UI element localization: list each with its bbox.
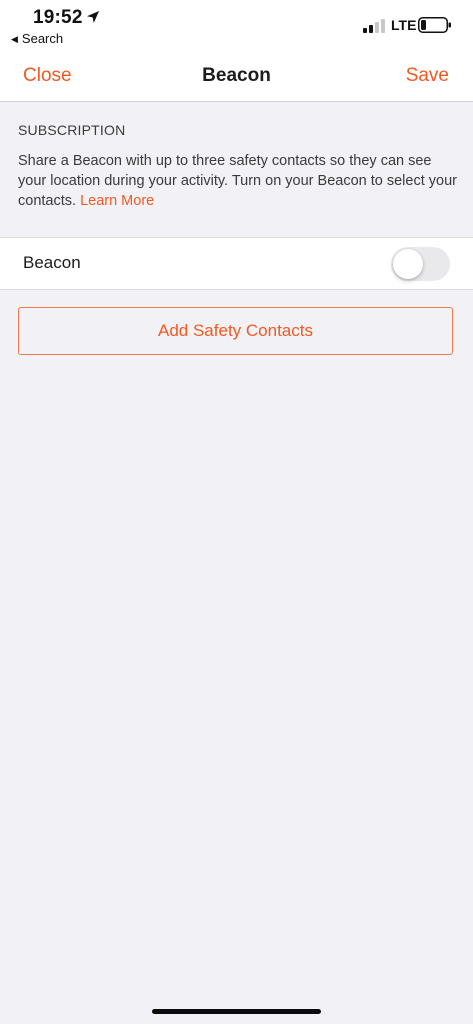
network-type: LTE [391, 17, 417, 33]
subscription-description: Share a Beacon with up to three safety c… [18, 151, 458, 211]
beacon-toggle-row: Beacon [0, 237, 473, 290]
learn-more-link[interactable]: Learn More [80, 193, 154, 209]
status-time: 19:52 [33, 7, 83, 28]
back-triangle-icon: ◀ [11, 34, 18, 44]
status-bar: 19:52 ◀ Search LTE [0, 0, 473, 54]
navigation-bar: Close Beacon Save [0, 54, 473, 102]
toggle-knob [393, 249, 423, 279]
back-app-label: Search [21, 31, 64, 46]
back-to-search-link[interactable]: ◀ Search [11, 31, 63, 46]
cellular-signal-icon [363, 19, 385, 33]
location-arrow-icon [87, 11, 99, 23]
home-indicator[interactable] [152, 1009, 321, 1014]
beacon-label: Beacon [23, 253, 81, 272]
beacon-toggle[interactable] [391, 247, 450, 281]
subscription-section-header: SUBSCRIPTION [18, 122, 126, 138]
battery-icon [418, 17, 451, 33]
add-safety-contacts-button[interactable]: Add Safety Contacts [18, 307, 453, 355]
save-button[interactable]: Save [406, 65, 449, 87]
page-title: Beacon [202, 65, 271, 86]
